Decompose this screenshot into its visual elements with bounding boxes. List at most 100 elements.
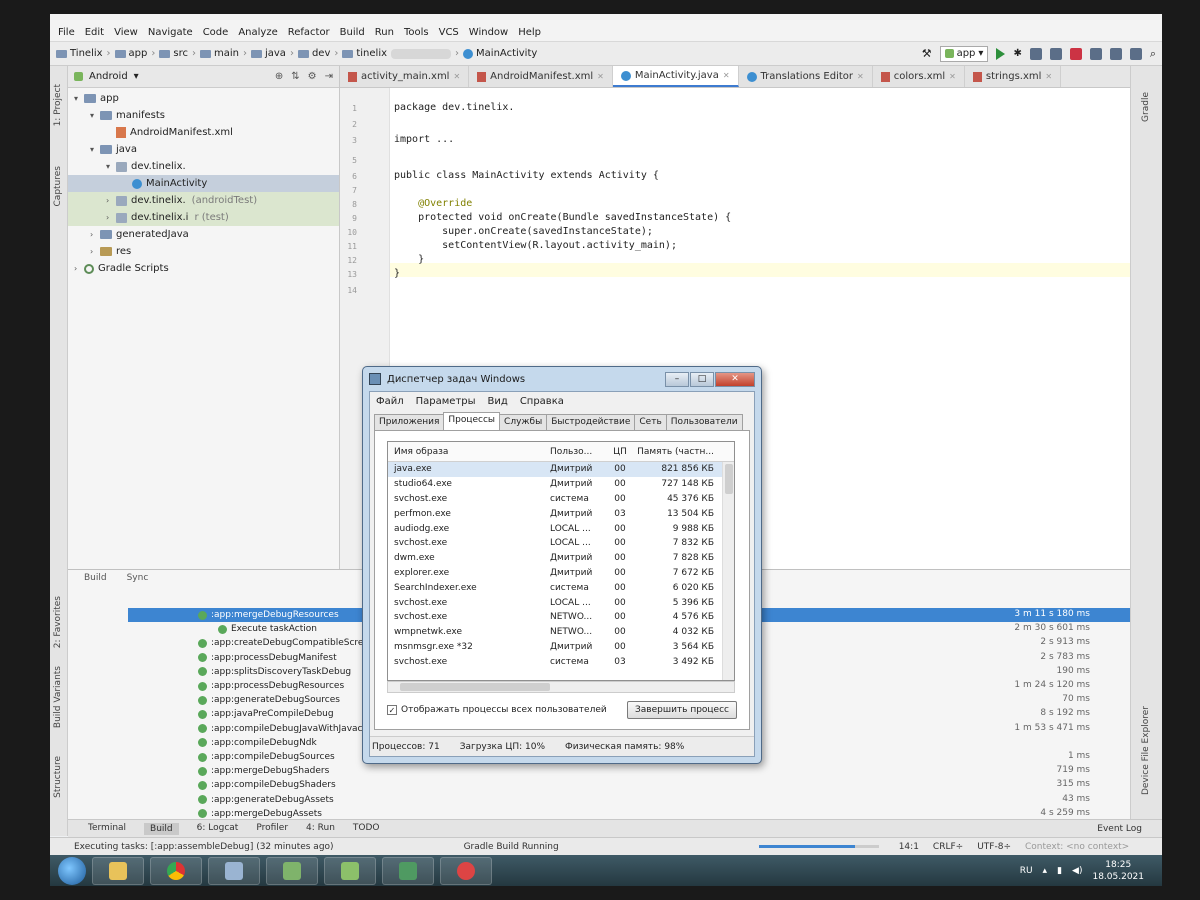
taskbar-app-4[interactable] — [266, 856, 318, 885]
process-row[interactable]: svchost.exe система 00 45 376 КБ — [388, 492, 734, 507]
project-tree-item[interactable]: MainActivity — [68, 175, 339, 192]
line-separator[interactable]: CRLF÷ — [933, 842, 963, 852]
menu-item-file[interactable]: File — [58, 27, 75, 38]
process-row[interactable]: svchost.exe система 03 3 492 КБ — [388, 654, 734, 669]
menu-item-help[interactable]: Help — [518, 27, 541, 38]
build-task-row[interactable]: :app:processDebugResources — [198, 679, 344, 693]
close-button[interactable]: ✕ — [715, 371, 755, 387]
build-task-row[interactable]: Execute taskAction — [218, 622, 317, 636]
task-manager-menu-item[interactable]: Файл — [376, 396, 404, 407]
tool-window-button[interactable]: TODO — [353, 823, 380, 835]
editor-tab[interactable]: AndroidManifest.xml ✕ — [469, 66, 613, 87]
stop-icon[interactable] — [1069, 47, 1082, 60]
avd-manager-icon[interactable] — [1109, 47, 1122, 60]
file-encoding[interactable]: UTF-8÷ — [977, 842, 1011, 852]
close-tab-icon[interactable]: ✕ — [723, 71, 730, 80]
vertical-scroll-thumb[interactable] — [725, 464, 733, 494]
breadcrumb-item[interactable]: Tinelix — [56, 48, 103, 59]
process-row[interactable]: svchost.exe NETWO... 00 4 576 КБ — [388, 610, 734, 625]
close-tab-icon[interactable]: ✕ — [453, 72, 460, 81]
process-row[interactable]: explorer.exe Дмитрий 00 7 672 КБ — [388, 566, 734, 581]
collapse-arrow-icon[interactable]: › — [106, 196, 116, 205]
process-column-header[interactable]: Имя образа — [388, 447, 550, 457]
collapse-arrow-icon[interactable]: › — [90, 230, 100, 239]
clock[interactable]: 18:25 18.05.2021 — [1092, 859, 1144, 883]
editor-tab[interactable]: activity_main.xml ✕ — [340, 66, 470, 87]
process-row[interactable]: wmpnetwk.exe NETWO... 00 4 032 КБ — [388, 625, 734, 640]
expand-arrow-icon[interactable]: ▾ — [90, 145, 100, 154]
sdk-manager-icon[interactable] — [1129, 47, 1142, 60]
minimize-button[interactable]: – — [665, 371, 689, 387]
event-log-button[interactable]: Event Log — [1097, 824, 1142, 834]
gear-icon[interactable]: ⚙ — [308, 71, 317, 82]
tool-window-button[interactable]: Profiler — [256, 823, 288, 835]
project-tree-item[interactable]: ▾ java — [68, 141, 339, 158]
attach-icon[interactable] — [1049, 47, 1062, 60]
build-task-row[interactable]: :app:mergeDebugShaders — [198, 764, 329, 778]
build-task-row[interactable]: :app:splitsDiscoveryTaskDebug — [198, 665, 351, 679]
tool-window-button[interactable]: 6: Logcat — [197, 823, 239, 835]
network-tray-icon[interactable]: ▮ — [1057, 866, 1062, 876]
language-indicator[interactable]: RU — [1020, 866, 1033, 876]
code-line[interactable]: } — [394, 254, 424, 265]
maximize-button[interactable]: □ — [690, 371, 714, 387]
process-row[interactable]: java.exe Дмитрий 00 821 856 КБ — [388, 462, 734, 477]
task-manager-tab[interactable]: Сеть — [634, 414, 667, 430]
task-manager-tab[interactable]: Службы — [499, 414, 548, 430]
debug-icon[interactable]: ✱ — [1013, 48, 1021, 59]
menu-item-tools[interactable]: Tools — [404, 27, 429, 38]
search-icon[interactable]: ⌕ — [1150, 47, 1156, 61]
process-row[interactable]: msnmsgr.exe *32 Дмитрий 00 3 564 КБ — [388, 640, 734, 655]
taskbar-task-manager[interactable] — [382, 856, 434, 885]
close-tab-icon[interactable]: ✕ — [949, 72, 956, 81]
vertical-scrollbar[interactable] — [722, 462, 734, 680]
tool-window-button[interactable]: Terminal — [88, 823, 126, 835]
device-file-explorer-label[interactable]: Device File Explorer — [1141, 706, 1151, 795]
breadcrumb-item[interactable]: src — [159, 48, 188, 59]
project-tree-item[interactable]: ▾ app — [68, 90, 339, 107]
menu-item-edit[interactable]: Edit — [85, 27, 104, 38]
hammer-icon[interactable]: ⚒ — [922, 47, 932, 60]
task-manager-tab[interactable]: Быстродействие — [546, 414, 636, 430]
task-manager-menu-item[interactable]: Параметры — [416, 396, 476, 407]
project-view-select[interactable]: Android — [89, 71, 128, 82]
process-row[interactable]: dwm.exe Дмитрий 00 7 828 КБ — [388, 551, 734, 566]
horizontal-scroll-thumb[interactable] — [400, 683, 550, 691]
close-tab-icon[interactable]: ✕ — [857, 72, 864, 81]
breadcrumb-item[interactable]: dev — [297, 48, 330, 59]
end-process-button[interactable]: Завершить процесс — [627, 701, 737, 719]
build-task-row[interactable]: :app:createDebugCompatibleScreenMa — [198, 636, 388, 650]
code-line[interactable]: protected void onCreate(Bundle savedInst… — [394, 212, 731, 223]
build-task-row[interactable]: :app:javaPreCompileDebug — [198, 707, 334, 721]
code-line[interactable]: setContentView(R.layout.activity_main); — [394, 240, 677, 251]
checkbox-box[interactable]: ✓ — [387, 705, 397, 715]
menu-item-window[interactable]: Window — [469, 27, 508, 38]
project-tree-item[interactable]: ▾ manifests — [68, 107, 339, 124]
editor-tab[interactable]: colors.xml ✕ — [872, 66, 965, 87]
captures-tool-label[interactable]: Captures — [53, 166, 63, 206]
project-tree-item[interactable]: › dev.tinelix.i r (test) — [68, 209, 339, 226]
tool-window-button[interactable]: 4: Run — [306, 823, 335, 835]
code-line[interactable]: } — [394, 268, 400, 279]
start-button[interactable] — [58, 856, 86, 885]
menu-item-vcs[interactable]: VCS — [439, 27, 459, 38]
task-manager-titlebar[interactable]: Диспетчер задач Windows – □ ✕ — [363, 367, 761, 391]
expand-arrow-icon[interactable]: ▾ — [74, 94, 84, 103]
project-tree-item[interactable]: ▾ dev.tinelix. — [68, 158, 339, 175]
show-all-users-checkbox[interactable]: ✓ Отображать процессы всех пользователей — [387, 705, 607, 715]
code-line[interactable]: import ... — [394, 134, 454, 145]
process-row[interactable]: svchost.exe LOCAL ... 00 7 832 КБ — [388, 536, 734, 551]
structure-tool-label[interactable]: Structure — [53, 756, 63, 798]
breadcrumb-item[interactable]: main — [199, 48, 239, 59]
build-task-row[interactable]: :app:compileDebugSources — [198, 750, 335, 764]
taskbar-app-3[interactable] — [208, 856, 260, 885]
task-manager-menu-item[interactable]: Вид — [488, 396, 508, 407]
build-task-row[interactable]: :app:generateDebugAssets — [198, 793, 334, 807]
build-task-row[interactable]: :app:compileDebugJavaWithJavac — [198, 722, 362, 736]
run-icon[interactable] — [996, 47, 1006, 60]
project-tree-item[interactable]: › dev.tinelix. (androidTest) — [68, 192, 339, 209]
task-manager-tab[interactable]: Пользователи — [665, 414, 743, 430]
locate-icon[interactable]: ⊕ — [275, 71, 283, 82]
taskbar-android-studio[interactable] — [324, 856, 376, 885]
build-task-row[interactable]: :app:compileDebugShaders — [198, 778, 336, 792]
